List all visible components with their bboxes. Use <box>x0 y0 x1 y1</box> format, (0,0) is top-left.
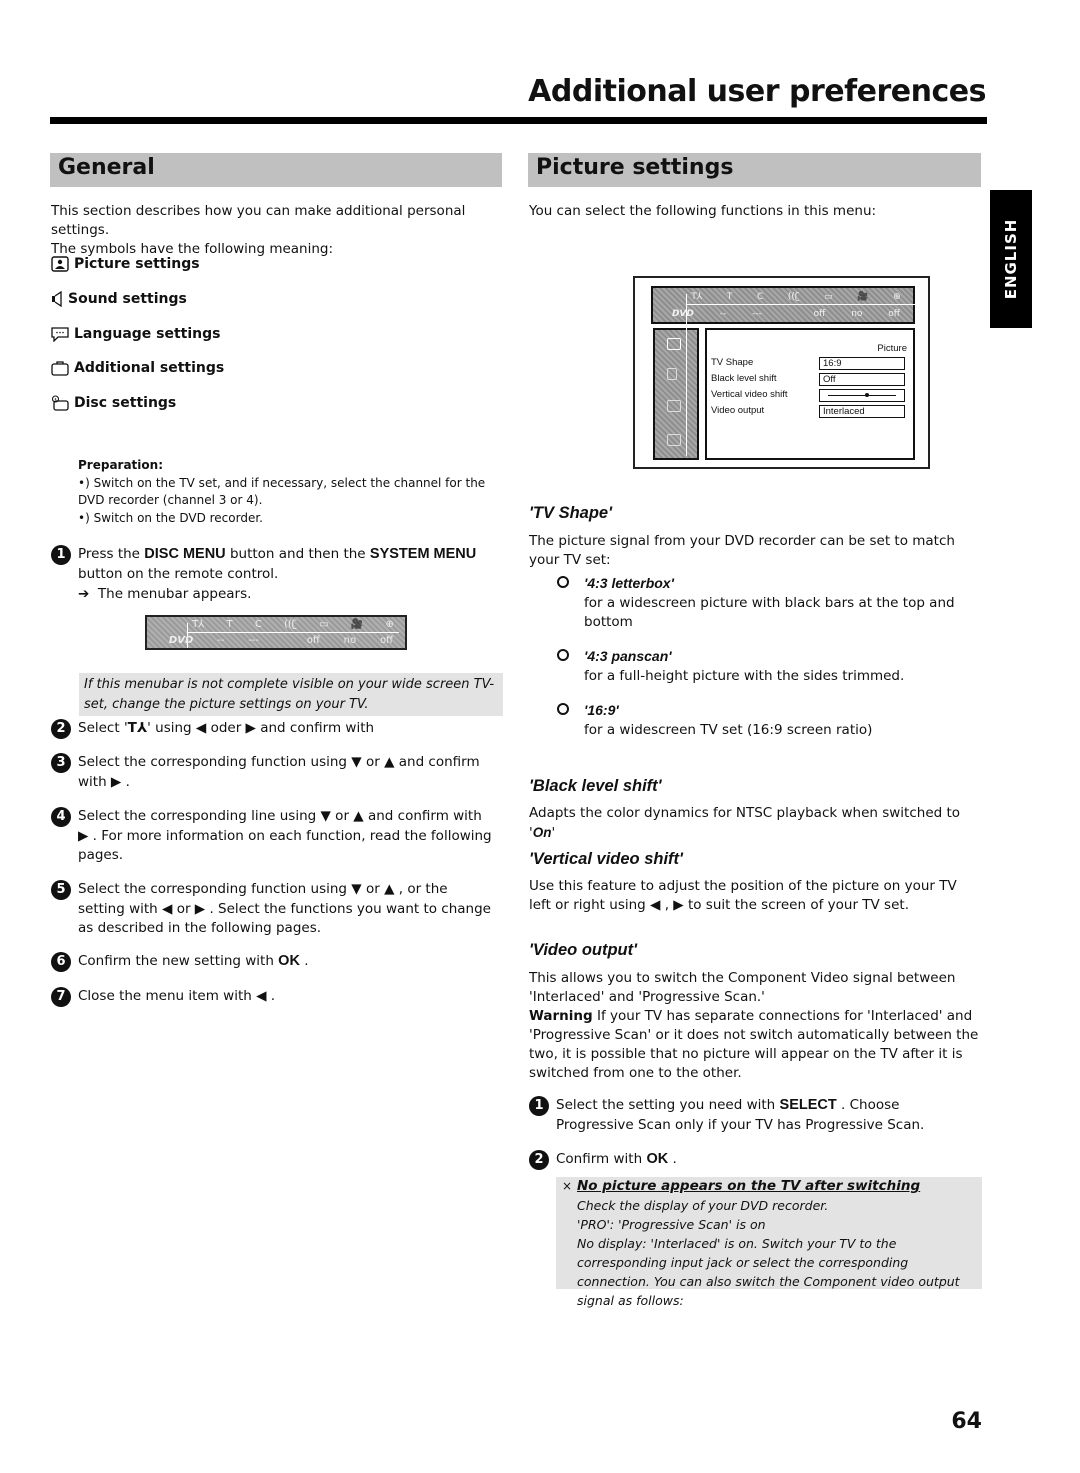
audio-icon: ((ʗ <box>284 619 297 631</box>
speaker-icon <box>51 290 63 308</box>
picture-settings-panel: Picture TV Shape 16:9 Black level shift … <box>705 328 915 460</box>
general-heading: General <box>50 153 502 187</box>
preparation-block: Preparation: •) Switch on the TV set, an… <box>78 458 486 525</box>
video-output-value[interactable]: Interlaced <box>819 405 905 418</box>
option-16-9: '16:9' for a widescreen TV set (16:9 scr… <box>557 701 977 740</box>
zoom-icon: ⊕ <box>893 291 901 302</box>
screen-menubar: T⅄ T C ((ʗ ▭ 🎥 ⊕ DVD -- --- off no off <box>651 286 915 324</box>
camera-angle-icon: 🎥 <box>857 291 869 302</box>
black-level-heading: 'Black level shift' <box>529 777 662 795</box>
circle-bullet-icon <box>557 703 569 715</box>
menubar-values: DVD -- --- off no off <box>168 634 393 646</box>
general-intro: This section describes how you can make … <box>51 203 466 257</box>
page-title: Additional user preferences <box>528 74 986 109</box>
general-step-6: 6 Confirm the new setting with OK . <box>51 952 496 972</box>
system-menu-key: SYSTEM MENU <box>369 546 477 562</box>
troubleshooting-box: × No picture appears on the TV after swi… <box>556 1177 982 1308</box>
dvd-logo: DVD <box>168 634 194 646</box>
picture-icon <box>667 338 681 350</box>
slider-handle[interactable] <box>865 393 870 397</box>
picture-icon <box>51 256 69 272</box>
menubar-icons: T⅄ T C ((ʗ ▭ 🎥 ⊕ <box>147 617 405 633</box>
black-level-value[interactable]: Off <box>819 373 905 386</box>
general-step-3: 3 Select the corresponding function usin… <box>51 753 496 792</box>
language-tab: ENGLISH <box>990 190 1032 328</box>
symbol-sound-settings: Sound settings <box>51 290 187 308</box>
setup-tools-icon: T⅄ <box>192 619 205 631</box>
arrow-right-icon: ➔ <box>78 586 98 602</box>
picture-intro: You can select the following functions i… <box>529 203 877 219</box>
setting-row-black-level[interactable]: Black level shift Off <box>711 373 909 387</box>
disc-tray-icon <box>51 395 69 411</box>
general-step-7: 7 Close the menu item with ◀ . <box>51 987 496 1007</box>
menubar-note: If this menubar is not complete visible … <box>79 673 503 716</box>
vertical-shift-slider[interactable] <box>819 389 905 402</box>
speaker-icon <box>667 368 677 380</box>
general-step-1: 1 Press the DISC MENU button and then th… <box>51 545 496 605</box>
subtitle-icon: ▭ <box>824 291 833 302</box>
video-output-heading: 'Video output' <box>529 941 638 959</box>
screen-sidebar <box>653 328 699 460</box>
symbol-additional-settings: Additional settings <box>51 360 224 376</box>
panel-title: Picture <box>877 343 907 354</box>
chapter-icon: C <box>757 291 764 302</box>
general-step-4: 4 Select the corresponding line using ▼ … <box>51 807 496 866</box>
symbol-picture-settings: Picture settings <box>51 256 200 272</box>
tv-shape-value[interactable]: 16:9 <box>819 357 905 370</box>
circle-bullet-icon <box>557 576 569 588</box>
troubleshooting-title: No picture appears on the TV after switc… <box>577 1178 921 1194</box>
ok-key: OK <box>278 953 300 969</box>
ok-key: OK <box>646 1151 669 1167</box>
disc-menu-key: DISC MENU <box>144 546 226 562</box>
setup-tools-symbol: T⅄ <box>127 720 148 736</box>
title-rule <box>50 117 987 124</box>
vertical-shift-heading: 'Vertical video shift' <box>529 850 683 868</box>
setting-row-tv-shape[interactable]: TV Shape 16:9 <box>711 357 909 371</box>
video-output-step-1: 1 Select the setting you need with SELEC… <box>529 1096 981 1135</box>
black-level-desc: Adapts the color dynamics for NTSC playb… <box>529 805 961 841</box>
general-step-5: 5 Select the corresponding function usin… <box>51 880 496 939</box>
select-key: SELECT <box>779 1097 837 1113</box>
chapter-icon: C <box>254 619 262 631</box>
picture-settings-heading: Picture settings <box>528 153 981 187</box>
video-output-step-2: 2 Confirm with OK . <box>529 1150 974 1170</box>
picture-menu-screenshot: T⅄ T C ((ʗ ▭ 🎥 ⊕ DVD -- --- off no off P… <box>633 276 930 469</box>
option-4-3-letterbox: '4:3 letterbox' for a widescreen picture… <box>557 574 977 633</box>
subtitle-icon: ▭ <box>319 619 329 631</box>
page-number: 64 <box>951 1409 982 1434</box>
audio-icon: ((ʗ <box>787 291 800 302</box>
tv-shape-desc: The picture signal from your DVD recorde… <box>529 533 955 568</box>
circle-bullet-icon <box>557 649 569 661</box>
setting-row-vertical-shift[interactable]: Vertical video shift <box>711 389 909 403</box>
setup-tools-icon: T⅄ <box>691 291 703 302</box>
tv-shape-heading: 'TV Shape' <box>529 504 613 522</box>
video-output-desc: This allows you to switch the Component … <box>529 970 979 1081</box>
cross-icon: × <box>562 1179 573 1193</box>
title-icon: T <box>226 619 233 631</box>
setting-row-video-output[interactable]: Video output Interlaced <box>711 405 909 419</box>
warning-label: Warning <box>529 1008 593 1024</box>
briefcase-icon <box>667 434 681 446</box>
general-step-2: 2 Select 'T⅄' using ◀ oder ▶ and confirm… <box>51 719 496 739</box>
speech-bubble-icon <box>51 326 69 343</box>
title-icon: T <box>726 291 733 302</box>
speech-bubble-icon <box>667 400 681 412</box>
briefcase-icon <box>51 360 69 376</box>
zoom-icon: ⊕ <box>385 619 394 631</box>
symbol-language-settings: Language settings <box>51 326 221 343</box>
menubar-screenshot: T⅄ T C ((ʗ ▭ 🎥 ⊕ DVD -- --- off no off <box>145 615 407 650</box>
vertical-shift-desc: Use this feature to adjust the position … <box>529 878 957 913</box>
dvd-logo: DVD <box>671 308 694 319</box>
camera-angle-icon: 🎥 <box>350 619 364 631</box>
symbol-disc-settings: Disc settings <box>51 395 176 411</box>
option-4-3-panscan: '4:3 panscan' for a full-height picture … <box>557 647 977 686</box>
